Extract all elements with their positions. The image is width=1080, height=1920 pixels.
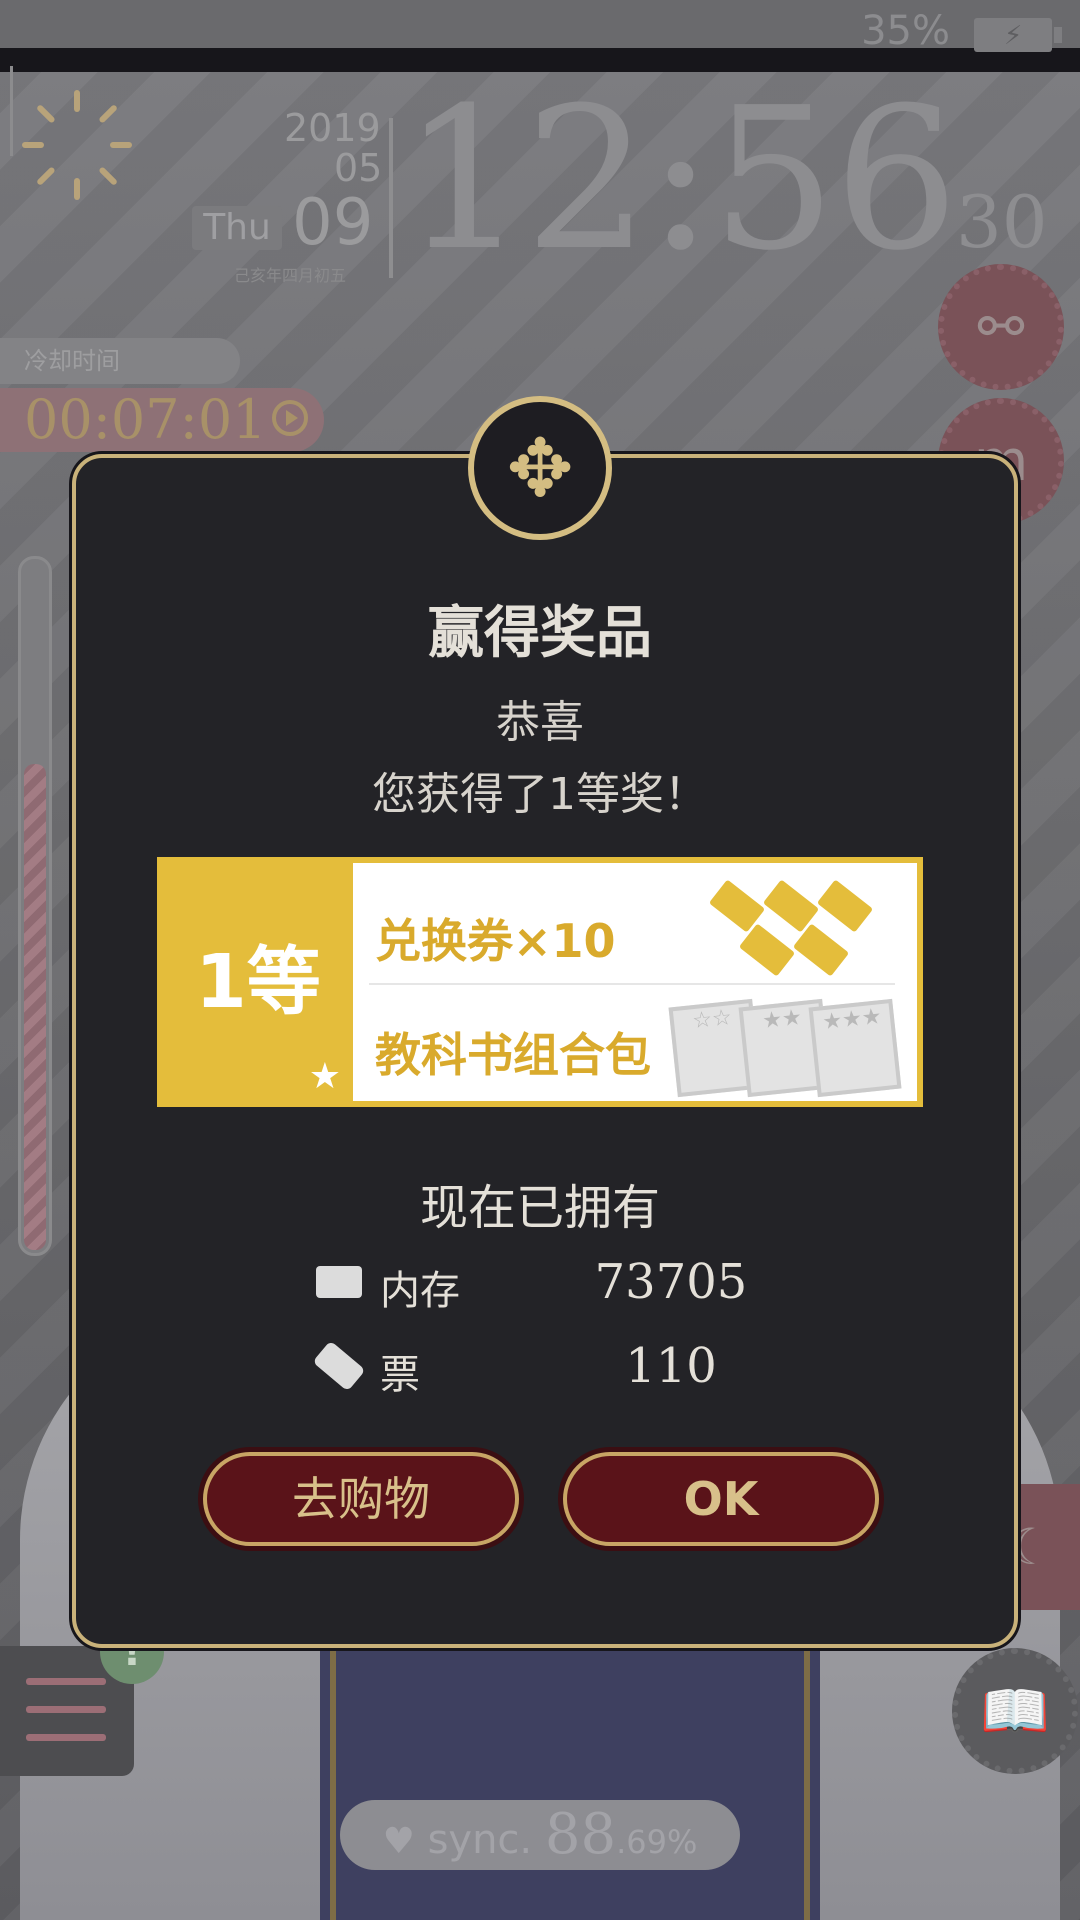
ticket-icon bbox=[312, 1340, 366, 1392]
sun-icon bbox=[22, 90, 132, 200]
date-month: 05 bbox=[334, 146, 383, 190]
book-button[interactable]: 📖 bbox=[952, 1648, 1078, 1774]
owned-label: 内存 bbox=[380, 1268, 460, 1314]
textbook-icon: ☆☆ ★★ ★★★ bbox=[668, 993, 911, 1098]
prize-item-2: 教科书组合包 bbox=[375, 1028, 651, 1082]
owned-value: 73705 bbox=[594, 1254, 748, 1310]
sync-label: sync. bbox=[427, 1817, 533, 1863]
play-icon[interactable] bbox=[272, 400, 308, 436]
cooldown-label: 冷却时间 bbox=[0, 338, 240, 384]
lunar-date: 己亥年四月初五 bbox=[234, 266, 347, 285]
date-year: 2019 bbox=[284, 106, 381, 150]
sync-indicator: ♥ sync. 88.69% bbox=[340, 1800, 740, 1870]
book-icon: 📖 bbox=[980, 1679, 1050, 1744]
clock-divider bbox=[389, 118, 393, 278]
ok-button[interactable]: OK bbox=[563, 1452, 879, 1546]
cooldown-timer[interactable]: 00:07:01 bbox=[0, 388, 324, 452]
cooldown-time-text: 00:07:01 bbox=[24, 388, 267, 451]
congrats-text: 恭喜 bbox=[496, 697, 584, 748]
owned-row-memory: 内存 73705 bbox=[316, 1254, 776, 1314]
prize-card: 1等 ★ 兑换券×10 教科书组合包 ☆☆ ★★ ★★★ bbox=[157, 857, 923, 1107]
memory-icon bbox=[316, 1266, 362, 1298]
owned-value: 110 bbox=[625, 1338, 717, 1394]
owned-label: 票 bbox=[380, 1352, 420, 1398]
owned-row-ticket: 票 110 bbox=[312, 1338, 776, 1398]
share-button[interactable]: ⚯ bbox=[938, 264, 1064, 390]
battery-percent: 35% bbox=[861, 8, 950, 54]
prize-item-1: 兑换券×10 bbox=[375, 914, 616, 968]
prize-divider bbox=[369, 983, 895, 985]
won-message: 您获得了1等奖！ bbox=[372, 769, 708, 820]
sync-value-dec: .69% bbox=[616, 1823, 698, 1861]
ornament-medal-icon: ✥ bbox=[468, 396, 612, 540]
exchange-ticket-icon bbox=[703, 877, 883, 977]
dialog-title: 赢得奖品 bbox=[428, 601, 652, 666]
character-trim bbox=[330, 1640, 810, 1920]
date-day: 09 bbox=[292, 186, 374, 260]
share-icon: ⚯ bbox=[977, 294, 1025, 360]
status-bar: 35% ⚡ bbox=[0, 0, 1080, 72]
star-icon: ★ bbox=[308, 1056, 341, 1097]
clock-time: 12:56 bbox=[402, 66, 959, 294]
divider bbox=[10, 66, 13, 156]
heart-icon: ♥ bbox=[382, 1821, 415, 1862]
sync-value-int: 88 bbox=[544, 1802, 617, 1867]
ok-label: OK bbox=[683, 1472, 759, 1526]
owned-title: 现在已拥有 bbox=[419, 1180, 660, 1236]
prize-rank-text: 1等 bbox=[195, 939, 321, 1025]
date-weekday: Thu bbox=[192, 206, 282, 250]
battery-icon: ⚡ bbox=[974, 18, 1062, 52]
prize-rank: 1等 ★ bbox=[163, 863, 353, 1101]
go-shopping-label: 去购物 bbox=[292, 1472, 430, 1526]
clock-seconds: 30 bbox=[956, 180, 1048, 264]
go-shopping-button[interactable]: 去购物 bbox=[203, 1452, 519, 1546]
